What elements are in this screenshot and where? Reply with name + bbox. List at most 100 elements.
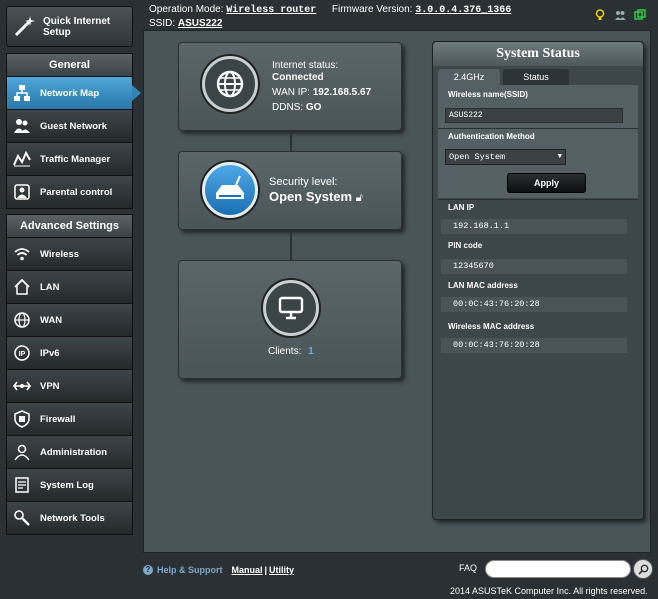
hint-bulb-icon[interactable] — [594, 9, 606, 21]
advanced-settings-header: Advanced Settings — [6, 214, 133, 238]
security-level-value: Open System — [269, 189, 353, 204]
clients-card[interactable]: Clients: 1 — [178, 260, 402, 379]
ssid-input[interactable]: ASUS222 — [445, 108, 623, 123]
help-icon: ? — [143, 565, 153, 575]
network-map-icon — [12, 83, 32, 103]
internet-status-label: Internet status: — [272, 60, 339, 71]
sidebar-item-parental-control[interactable]: Parental control — [6, 176, 133, 209]
lan-ip-value: 192.168.1.1 — [441, 219, 627, 234]
shield-icon — [12, 409, 32, 429]
clients-count[interactable]: 1 — [308, 346, 314, 357]
sidebar-item-administration[interactable]: Administration — [6, 436, 133, 469]
clients-text: Clients: 1 — [268, 346, 314, 358]
vpn-icon — [12, 376, 32, 396]
sidebar-item-label: LAN — [40, 281, 60, 293]
wan-ip-label: WAN IP: — [272, 87, 310, 98]
magic-wand-icon — [14, 15, 35, 36]
traffic-manager-icon — [12, 149, 32, 169]
ipv6-icon: IP — [12, 343, 32, 363]
pin-code-value: 12345670 — [441, 259, 627, 274]
help-support-link[interactable]: Help & Support — [157, 565, 223, 575]
footer-separator: | — [264, 565, 268, 575]
firmware-link[interactable]: 3.0.0.4.376_1366 — [415, 5, 511, 16]
wan-ip-value: 192.168.5.67 — [312, 87, 372, 98]
log-icon — [12, 475, 32, 495]
sidebar-item-wan[interactable]: WAN — [6, 304, 133, 337]
sidebar-item-ipv6[interactable]: IP IPv6 — [6, 337, 133, 370]
sidebar-item-label: WAN — [40, 314, 63, 326]
unlock-icon: 🔓︎ — [355, 192, 363, 204]
sidebar-item-network-tools[interactable]: Network Tools — [6, 502, 133, 535]
internet-status-value: Connected — [272, 72, 324, 83]
manual-link[interactable]: Manual — [232, 565, 263, 575]
apply-button[interactable]: Apply — [507, 173, 586, 193]
sidebar-item-label: Guest Network — [40, 120, 108, 132]
sidebar-item-firewall[interactable]: Firewall — [6, 403, 133, 436]
chevron-down-icon: ▼ — [557, 153, 562, 161]
tab-2-4ghz[interactable]: 2.4GHz — [438, 69, 500, 85]
footer: ? Help & Support Manual | Utility FAQ — [143, 559, 653, 580]
ddns-label: DDNS: — [272, 102, 304, 113]
clients-status-icon[interactable] — [614, 9, 626, 21]
globe-icon — [12, 310, 32, 330]
sidebar-item-wireless[interactable]: Wireless — [6, 238, 133, 271]
lan-ip-label: LAN IP — [448, 203, 475, 212]
copyright-text: 2014 ASUSTeK Computer Inc. All rights re… — [450, 586, 648, 596]
sidebar-item-label: Administration — [40, 446, 108, 458]
sidebar-item-label: Parental control — [40, 186, 113, 198]
search-icon — [637, 564, 648, 575]
auth-method-select[interactable]: Open System ▼ — [445, 149, 566, 165]
operation-mode-label: Operation Mode: — [149, 4, 224, 15]
internet-globe-button[interactable] — [202, 56, 258, 112]
faq-label: FAQ — [459, 563, 478, 573]
clients-button[interactable] — [263, 280, 319, 336]
system-status-title: System Status — [433, 42, 643, 66]
wireless-icon — [12, 244, 32, 264]
sidebar-item-guest-network[interactable]: Guest Network — [6, 110, 133, 143]
faq-search-input[interactable] — [485, 560, 631, 578]
ddns-link[interactable]: GO — [306, 102, 322, 113]
sidebar-item-label: System Log — [40, 479, 94, 491]
sidebar-item-label: Firewall — [40, 413, 76, 425]
pin-code-label: PIN code — [448, 241, 483, 250]
sidebar-item-network-map[interactable]: Network Map — [6, 77, 141, 110]
wireless-mac-label: Wireless MAC address — [448, 322, 535, 331]
sidebar-item-label: IPv6 — [40, 347, 60, 359]
user-icon — [12, 442, 32, 462]
guest-network-icon — [12, 116, 32, 136]
faq-search-button[interactable] — [633, 559, 653, 579]
internet-status-card[interactable]: Internet status: Connected WAN IP: 192.1… — [178, 42, 402, 131]
usb-status-icon[interactable] — [634, 9, 646, 21]
system-status-panel: System Status 2.4GHz Status Wireless nam… — [432, 41, 644, 520]
sidebar-item-system-log[interactable]: System Log — [6, 469, 133, 502]
lan-mac-label: LAN MAC address — [448, 281, 518, 290]
sidebar-item-label: Network Tools — [40, 512, 105, 524]
router-card[interactable]: Security level: Open System 🔓︎ — [178, 151, 402, 230]
security-text: Security level: Open System 🔓︎ — [269, 176, 363, 204]
quick-internet-setup-label: Quick Internet Setup — [43, 15, 111, 38]
monitor-icon — [278, 296, 304, 320]
quick-internet-setup-button[interactable]: Quick Internet Setup — [6, 6, 133, 47]
sidebar-item-traffic-manager[interactable]: Traffic Manager — [6, 143, 133, 176]
sidebar-item-label: Traffic Manager — [40, 153, 111, 165]
parental-control-icon — [12, 182, 32, 202]
auth-method-value: Open System — [449, 152, 506, 162]
wireless-mac-value: 00:0C:43:76:20:28 — [441, 338, 627, 353]
sidebar-item-label: VPN — [40, 380, 60, 392]
tab-status[interactable]: Status — [503, 69, 569, 85]
ssid-label: SSID: — [149, 18, 176, 29]
utility-link[interactable]: Utility — [269, 565, 294, 575]
firmware-label: Firmware Version: — [331, 4, 413, 15]
router-icon — [216, 175, 244, 199]
sidebar-item-vpn[interactable]: VPN — [6, 370, 133, 403]
ssid-field-label: Wireless name(SSID) — [448, 90, 528, 99]
svg-text:IP: IP — [19, 351, 26, 358]
general-section-header: General — [6, 53, 133, 77]
ssid-link[interactable]: ASUS222 — [178, 18, 222, 29]
auth-method-label: Authentication Method — [448, 132, 535, 141]
sidebar-item-label: Network Map — [40, 87, 100, 99]
router-button[interactable] — [202, 162, 258, 218]
operation-mode-link[interactable]: Wireless router — [226, 5, 316, 16]
sidebar-item-lan[interactable]: LAN — [6, 271, 133, 304]
sidebar: General Network Map Guest Network Traffi… — [6, 53, 141, 535]
